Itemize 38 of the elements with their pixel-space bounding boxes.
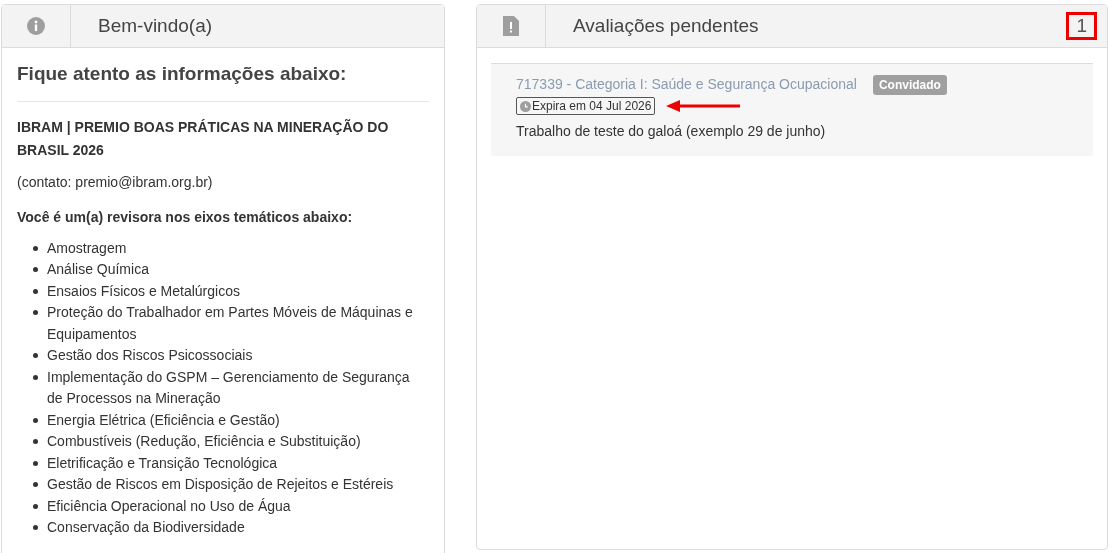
axis-item: Energia Elétrica (Eficiência e Gestão) [47, 410, 281, 430]
axis-item: Eficiência Operacional no Uso de Água [47, 496, 292, 516]
event-title: IBRAM | PREMIO BOAS PRÁTICAS NA MINERAÇÃO DO BRASIL 2026 [17, 117, 390, 160]
bullet-icon [33, 288, 38, 294]
axis-item: Gestão de Riscos em Disposição de Rejeitos e Estéreis [47, 475, 395, 494]
axes-intro: Você é um(a) revisora nos eixos temáticos abaixo: [17, 207, 354, 227]
bullet-icon [33, 353, 38, 358]
bullet-icon [33, 503, 38, 509]
axis-item: Amostragem [47, 238, 128, 258]
panel-title: Bem-vindo(a) [98, 13, 213, 38]
bullet-icon [33, 245, 38, 251]
bullet-icon [33, 267, 38, 272]
contact-text: (contato: premio@ibram.org.br) [17, 172, 214, 192]
axis-item: Implementação do GSPM – Gerenciamento de Segurança de Processos na Mineração [47, 367, 411, 408]
review-link[interactable]: 717339 - Categoria I: Saúde e Segurança Ocupacional [516, 74, 857, 95]
axis-item: Eletrificação e Transição Tecnológica [47, 453, 279, 473]
expiry-text: Expira em 04 Jul 2026 [532, 98, 652, 114]
pending-count: 1 [1066, 12, 1097, 40]
axis-item: Combustíveis (Redução, Eficiência e Substituição) [47, 432, 362, 451]
bullet-icon [33, 374, 38, 380]
axis-item: Proteção do Trabalhador em Partes Móveis de Máquinas e Equipamentos [47, 303, 414, 344]
axis-item: Conservação da Biodiversidade [47, 518, 246, 537]
bullet-icon [33, 439, 38, 444]
work-title: Trabalho de teste do galoá (exemplo 29 de junho) [516, 122, 827, 141]
clock-icon [520, 100, 531, 112]
bullet-icon [33, 482, 38, 487]
axis-item: Gestão dos Riscos Psicossociais [47, 346, 254, 365]
axis-item: Ensaios Físicos e Metalúrgicos [47, 281, 241, 301]
bullet-icon [33, 310, 38, 315]
panel-title: Avaliações pendentes [573, 13, 760, 38]
axis-item: Análise Química [47, 260, 150, 279]
status-badge: Convidado [872, 74, 947, 95]
document-alert-icon [503, 16, 519, 36]
bullet-icon [33, 525, 38, 530]
info-icon [27, 17, 45, 35]
bullet-icon [33, 460, 38, 466]
bullet-icon [33, 417, 38, 423]
section-heading: Fique atento as informações abaixo: [17, 60, 429, 102]
